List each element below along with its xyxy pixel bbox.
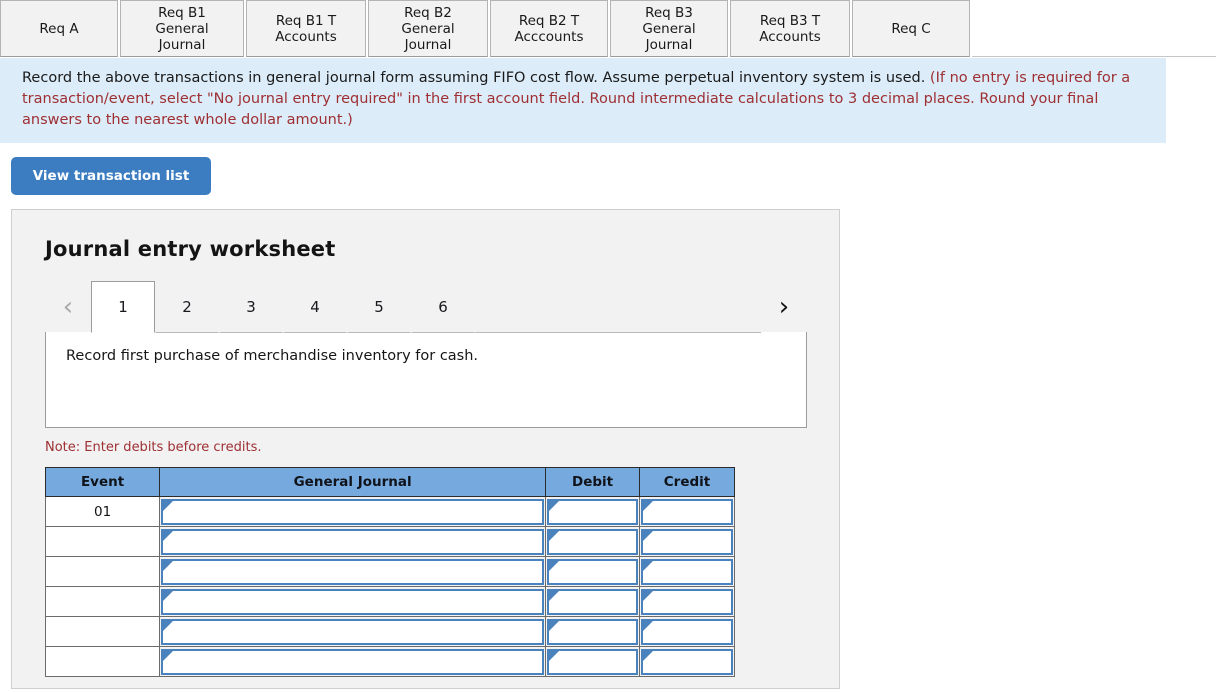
credit-input-row-2[interactable] — [641, 528, 733, 555]
account-select-row-4[interactable] — [161, 588, 545, 615]
tab-req-b1-general-journal[interactable]: Req B1 General Journal — [120, 0, 244, 57]
table-row — [44, 526, 735, 557]
account-select-row-5[interactable] — [161, 618, 545, 645]
debit-input-row-4[interactable] — [547, 588, 639, 615]
cell-general-journal — [159, 616, 547, 647]
account-select-row-1[interactable] — [161, 498, 545, 525]
debits-before-credits-note: Note: Enter debits before credits. — [45, 440, 262, 455]
pager-page-4[interactable]: 4 — [283, 281, 347, 333]
tab-label: Req B3 T Accounts — [759, 12, 821, 45]
table-row — [44, 556, 735, 587]
tab-req-c[interactable]: Req C — [852, 0, 970, 57]
view-transaction-list-button[interactable]: View transaction list — [11, 157, 211, 195]
tab-req-b3-t-accounts[interactable]: Req B3 T Accounts — [730, 0, 850, 57]
cell-general-journal — [159, 496, 547, 527]
tab-label: Req B2 T Acccounts — [514, 12, 584, 45]
entry-description-box: Record first purchase of merchandise inv… — [45, 332, 807, 428]
tab-req-b1-t-accounts[interactable]: Req B1 T Accounts — [246, 0, 366, 57]
cell-general-journal — [159, 556, 547, 587]
cell-credit — [639, 556, 735, 587]
tab-req-b2-t-acccounts[interactable]: Req B2 T Acccounts — [490, 0, 608, 57]
column-header-credit: Credit — [639, 467, 735, 497]
pager-page-5[interactable]: 5 — [347, 281, 411, 333]
cell-event: 01 — [44, 496, 161, 527]
debit-input-row-6[interactable] — [547, 648, 639, 675]
requirement-tab-strip: Req A Req B1 General Journal Req B1 T Acco… — [0, 0, 1216, 57]
worksheet-pager: ‹ 1 2 3 4 5 6 › — [45, 281, 807, 333]
journal-entry-table: Event General Journal Debit Credit 01 — [44, 467, 735, 677]
debit-input-row-3[interactable] — [547, 558, 639, 585]
cell-debit — [545, 586, 641, 617]
pager-baseline — [475, 281, 761, 333]
tab-label: Req A — [39, 20, 79, 37]
table-header-row: Event General Journal Debit Credit — [44, 467, 735, 497]
column-header-general-journal: General Journal — [159, 467, 547, 497]
credit-input-row-5[interactable] — [641, 618, 733, 645]
table-row: 01 — [44, 496, 735, 527]
cell-general-journal — [159, 526, 547, 557]
column-header-debit: Debit — [545, 467, 641, 497]
cell-credit — [639, 586, 735, 617]
pager-page-1[interactable]: 1 — [91, 281, 155, 333]
pager-prev-icon[interactable]: ‹ — [45, 281, 91, 333]
debit-input-row-2[interactable] — [547, 528, 639, 555]
tab-req-a[interactable]: Req A — [0, 0, 118, 57]
journal-entry-worksheet-panel: Journal entry worksheet ‹ 1 2 3 4 5 6 › Record… — [11, 209, 840, 689]
cell-event — [44, 646, 161, 677]
page-title: Journal entry worksheet — [45, 237, 336, 261]
debit-input-row-1[interactable] — [547, 498, 639, 525]
credit-input-row-3[interactable] — [641, 558, 733, 585]
cell-event — [44, 586, 161, 617]
cell-debit — [545, 496, 641, 527]
table-row — [44, 646, 735, 677]
tab-label: Req B3 General Journal — [642, 4, 696, 53]
cell-debit — [545, 526, 641, 557]
tab-req-b2-general-journal[interactable]: Req B2 General Journal — [368, 0, 488, 57]
column-header-event: Event — [44, 467, 161, 497]
tab-strip-filler — [972, 0, 1216, 57]
debit-input-row-5[interactable] — [547, 618, 639, 645]
table-row — [44, 616, 735, 647]
account-select-row-2[interactable] — [161, 528, 545, 555]
cell-event — [44, 556, 161, 587]
cell-event — [44, 616, 161, 647]
credit-input-row-1[interactable] — [641, 498, 733, 525]
entry-description-text: Record first purchase of merchandise inv… — [66, 348, 479, 364]
pager-next-icon[interactable]: › — [761, 281, 807, 333]
pager-page-3[interactable]: 3 — [219, 281, 283, 333]
cell-debit — [545, 616, 641, 647]
tab-label: Req B1 General Journal — [155, 4, 209, 53]
account-select-row-6[interactable] — [161, 648, 545, 675]
cell-credit — [639, 646, 735, 677]
tab-label: Req C — [891, 20, 931, 37]
cell-general-journal — [159, 586, 547, 617]
tab-label: Req B2 General Journal — [401, 4, 455, 53]
cell-event — [44, 526, 161, 557]
cell-general-journal — [159, 646, 547, 677]
instruction-banner: Record the above transactions in general… — [0, 58, 1166, 143]
pager-page-6[interactable]: 6 — [411, 281, 475, 333]
cell-credit — [639, 526, 735, 557]
cell-credit — [639, 616, 735, 647]
cell-debit — [545, 556, 641, 587]
table-row — [44, 586, 735, 617]
pager-page-2[interactable]: 2 — [155, 281, 219, 333]
credit-input-row-6[interactable] — [641, 648, 733, 675]
instruction-text-primary: Record the above transactions in general… — [22, 70, 930, 86]
account-select-row-3[interactable] — [161, 558, 545, 585]
tab-req-b3-general-journal[interactable]: Req B3 General Journal — [610, 0, 728, 57]
tab-label: Req B1 T Accounts — [275, 12, 337, 45]
cell-debit — [545, 646, 641, 677]
cell-credit — [639, 496, 735, 527]
credit-input-row-4[interactable] — [641, 588, 733, 615]
